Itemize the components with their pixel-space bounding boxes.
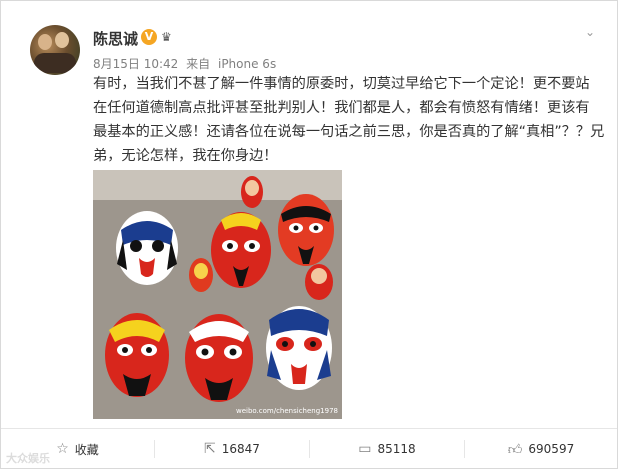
star-icon: ☆ xyxy=(56,441,69,457)
comment-count: 85118 xyxy=(377,442,416,456)
source-prefix: 来自 xyxy=(186,57,211,71)
verified-badge-icon: V xyxy=(141,29,157,45)
avatar-face-left xyxy=(38,34,52,50)
repost-button[interactable]: ⇱ 16847 xyxy=(155,429,309,469)
post-date[interactable]: 8月15日 10:42 xyxy=(93,57,178,71)
favorite-label: 收藏 xyxy=(74,442,99,457)
repost-icon: ⇱ xyxy=(204,441,216,457)
content-line: 最基本的正义感！还请各位在说每一句话之前三思，你是否真的了解“真相”？？兄 xyxy=(93,124,605,140)
mask-bottom-center xyxy=(185,314,253,402)
avatar[interactable] xyxy=(30,25,80,75)
mask-top-center xyxy=(211,212,271,288)
post-image[interactable]: weibo.com/chensicheng1978 xyxy=(93,170,342,419)
mask-top-left xyxy=(116,211,178,285)
post-content: 有时，当我们不甚了解一件事情的原委时，切莫过早给它下一个定论！更不要站 在任何道… xyxy=(93,72,605,168)
mask-top-right xyxy=(278,194,334,266)
avatar-body xyxy=(34,53,76,73)
opera-masks-illustration xyxy=(93,170,342,419)
chevron-down-icon[interactable]: ⌄ xyxy=(582,25,598,41)
avatar-face-right xyxy=(55,32,69,48)
content-line: 在任何道德制高点批评甚至批判别人！我们都是人，都会有愤怒有情绪！更该有 xyxy=(93,100,590,116)
author-name[interactable]: 陈思诚 xyxy=(93,28,138,49)
content-line: 有时，当我们不甚了解一件事情的原委时，切莫过早给它下一个定论！更不要站 xyxy=(93,76,590,92)
post-source[interactable]: iPhone 6s xyxy=(218,57,276,71)
thumbs-up-icon: 👍︎ xyxy=(507,441,523,458)
post-meta: 8月15日 10:42 来自 iPhone 6s xyxy=(93,55,276,72)
like-button[interactable]: 👍︎ 690597 xyxy=(465,429,617,469)
crown-icon: ♛ xyxy=(161,30,172,44)
comment-button[interactable]: ▭ 85118 xyxy=(310,429,464,469)
repost-count: 16847 xyxy=(221,442,260,456)
brand-watermark: 大众娱乐 xyxy=(6,452,50,465)
like-count: 690597 xyxy=(528,442,575,456)
mask-bottom-left xyxy=(105,313,169,397)
comment-icon: ▭ xyxy=(358,441,372,457)
content-line: 弟，无论怎样，我在你身边！ xyxy=(93,148,278,164)
mask-bottom-right xyxy=(266,306,332,390)
image-watermark: weibo.com/chensicheng1978 xyxy=(235,407,338,415)
